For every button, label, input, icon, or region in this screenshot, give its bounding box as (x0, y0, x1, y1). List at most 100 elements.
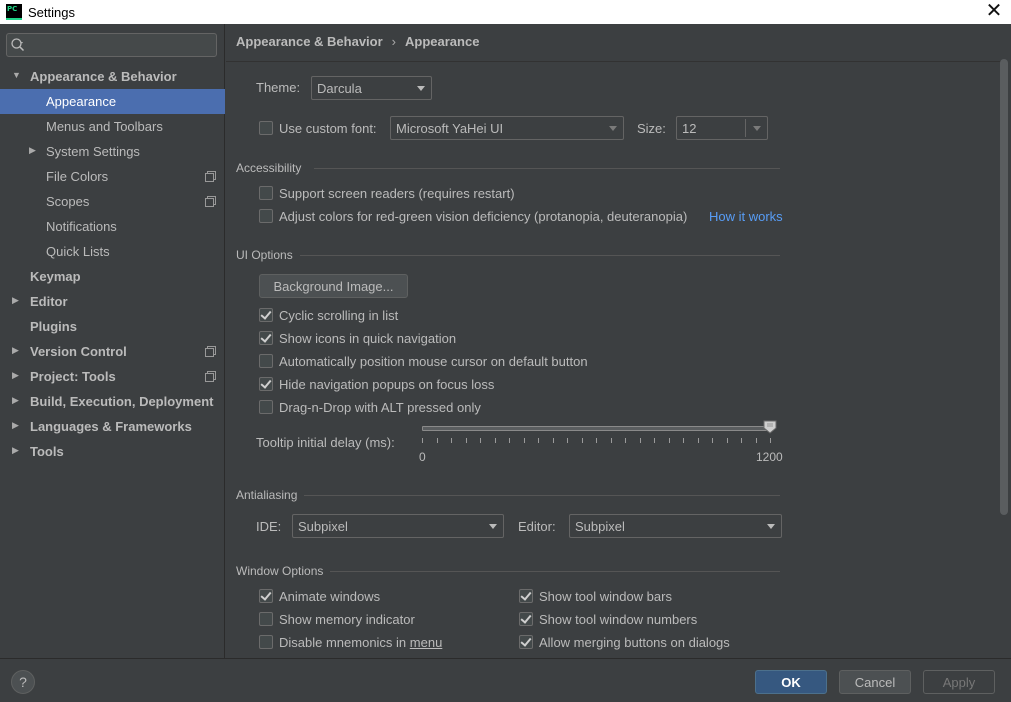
collapsed-arrow-icon: ▶ (12, 420, 19, 430)
search-input[interactable] (29, 36, 213, 54)
merge-buttons-checkbox[interactable] (519, 635, 533, 649)
slider-max-label: 1200 (756, 450, 783, 464)
sidebar-item-quick-lists[interactable]: Quick Lists (0, 239, 225, 264)
drag-n-drop-alt-checkbox[interactable] (259, 400, 273, 414)
slider-tick (625, 438, 626, 443)
editor-antialiasing-dropdown[interactable]: Subpixel (569, 514, 782, 538)
breadcrumb-current: Appearance (405, 34, 480, 49)
ide-antialiasing-label: IDE: (256, 519, 282, 534)
chevron-down-icon (417, 86, 425, 91)
section-divider (314, 168, 780, 169)
slider-tick (639, 438, 641, 443)
pycharm-logo-icon: PC (6, 4, 22, 20)
project-scope-icon (205, 171, 216, 182)
chevron-down-icon (753, 126, 761, 131)
sidebar-item-file-colors[interactable]: File Colors (0, 164, 225, 189)
option-label: Hide navigation popups on focus loss (279, 377, 495, 392)
color-deficiency-label: Adjust colors for red-green vision defic… (279, 209, 688, 224)
cyclic-scrolling-checkbox[interactable] (259, 308, 273, 322)
screen-readers-checkbox[interactable] (259, 186, 273, 200)
disable-mnemonics-checkbox[interactable] (259, 635, 273, 649)
memory-indicator-checkbox[interactable] (259, 612, 273, 626)
slider-tick (755, 438, 757, 443)
project-scope-icon (205, 346, 216, 357)
hide-navigation-popups-checkbox[interactable] (259, 377, 273, 391)
font-dropdown[interactable]: Microsoft YaHei UI (390, 116, 624, 140)
sidebar-item-plugins[interactable]: Plugins (0, 314, 225, 339)
theme-dropdown[interactable]: Darcula (311, 76, 432, 100)
ide-antialiasing-dropdown[interactable]: Subpixel (292, 514, 504, 538)
slider-tick (494, 438, 496, 443)
close-icon[interactable]: ✕ (985, 0, 1003, 24)
window-options-section-title: Window Options (236, 564, 324, 578)
custom-font-checkbox[interactable] (259, 121, 273, 135)
slider-tick (422, 438, 423, 443)
tooltip-delay-slider[interactable] (422, 426, 770, 431)
collapsed-arrow-icon: ▶ (12, 295, 19, 305)
font-value: Microsoft YaHei UI (396, 121, 504, 136)
sidebar-item-notifications[interactable]: Notifications (0, 214, 225, 239)
sidebar-item-label: Version Control (30, 344, 127, 359)
sidebar-item-editor[interactable]: ▶ Editor (0, 289, 225, 314)
sidebar-item-appearance-behavior[interactable]: ▼ Appearance & Behavior (0, 64, 225, 89)
settings-search[interactable] (6, 33, 217, 57)
sidebar-item-languages-frameworks[interactable]: ▶ Languages & Frameworks (0, 414, 225, 439)
font-size-value: 12 (682, 121, 697, 136)
tool-window-bars-checkbox[interactable] (519, 589, 533, 603)
sidebar-item-system-settings[interactable]: ▶ System Settings (0, 139, 225, 164)
sidebar-item-label: Scopes (46, 194, 90, 209)
option-label: Drag-n-Drop with ALT pressed only (279, 400, 481, 415)
slider-tick (523, 438, 525, 443)
slider-tick (465, 438, 467, 443)
slider-tick (538, 438, 539, 443)
sidebar-item-project-tools[interactable]: ▶ Project: Tools (0, 364, 225, 389)
section-divider (304, 495, 780, 496)
option-label: Show tool window numbers (539, 612, 698, 627)
tool-window-numbers-checkbox[interactable] (519, 612, 533, 626)
sidebar-item-menus-toolbars[interactable]: Menus and Toolbars (0, 114, 225, 139)
scrollbar-thumb[interactable] (1000, 59, 1008, 515)
window-title: Settings (28, 4, 75, 20)
ide-antialiasing-value: Subpixel (298, 519, 348, 534)
option-label: Cyclic scrolling in list (279, 308, 399, 323)
show-icons-checkbox[interactable] (259, 331, 273, 345)
collapsed-arrow-icon: ▶ (12, 345, 19, 355)
ui-options-section-title: UI Options (236, 248, 293, 262)
sidebar-item-scopes[interactable]: Scopes (0, 189, 225, 214)
sidebar-item-tools[interactable]: ▶ Tools (0, 439, 225, 464)
combo-separator (745, 119, 746, 137)
sidebar-item-label: Menus and Toolbars (46, 119, 163, 134)
font-size-dropdown[interactable]: 12 (676, 116, 768, 140)
color-deficiency-checkbox[interactable] (259, 209, 273, 223)
option-label: Allow merging buttons on dialogs (539, 635, 730, 650)
section-divider (300, 255, 780, 256)
slider-tick (436, 438, 438, 443)
project-scope-icon (205, 371, 216, 382)
sidebar-item-build-execution-deployment[interactable]: ▶ Build, Execution, Deployment (0, 389, 225, 414)
sidebar-item-label: Editor (30, 294, 68, 309)
help-icon[interactable]: ? (11, 670, 35, 694)
how-it-works-link[interactable]: How it works (709, 209, 783, 224)
chevron-down-icon (767, 524, 775, 529)
apply-button[interactable]: Apply (923, 670, 995, 694)
settings-content: Appearance & Behavior › Appearance Theme… (226, 24, 1011, 658)
breadcrumb-separator: › (391, 34, 397, 49)
cancel-button[interactable]: Cancel (839, 670, 911, 694)
slider-tick (610, 438, 612, 443)
background-image-button[interactable]: Background Image... (259, 274, 408, 298)
slider-tick (581, 438, 583, 443)
animate-windows-checkbox[interactable] (259, 589, 273, 603)
section-divider (330, 571, 780, 572)
ok-button[interactable]: OK (755, 670, 827, 694)
collapsed-arrow-icon: ▶ (12, 395, 19, 405)
slider-thumb[interactable] (763, 420, 777, 434)
sidebar-item-label: System Settings (46, 144, 140, 159)
sidebar-item-version-control[interactable]: ▶ Version Control (0, 339, 225, 364)
sidebar-item-appearance[interactable]: Appearance (0, 89, 225, 114)
breadcrumb-parent[interactable]: Appearance & Behavior (236, 34, 383, 49)
auto-position-cursor-checkbox[interactable] (259, 354, 273, 368)
breadcrumb: Appearance & Behavior › Appearance (236, 34, 479, 49)
antialiasing-section-title: Antialiasing (236, 488, 298, 502)
collapsed-arrow-icon: ▶ (29, 145, 36, 155)
sidebar-item-keymap[interactable]: Keymap (0, 264, 225, 289)
